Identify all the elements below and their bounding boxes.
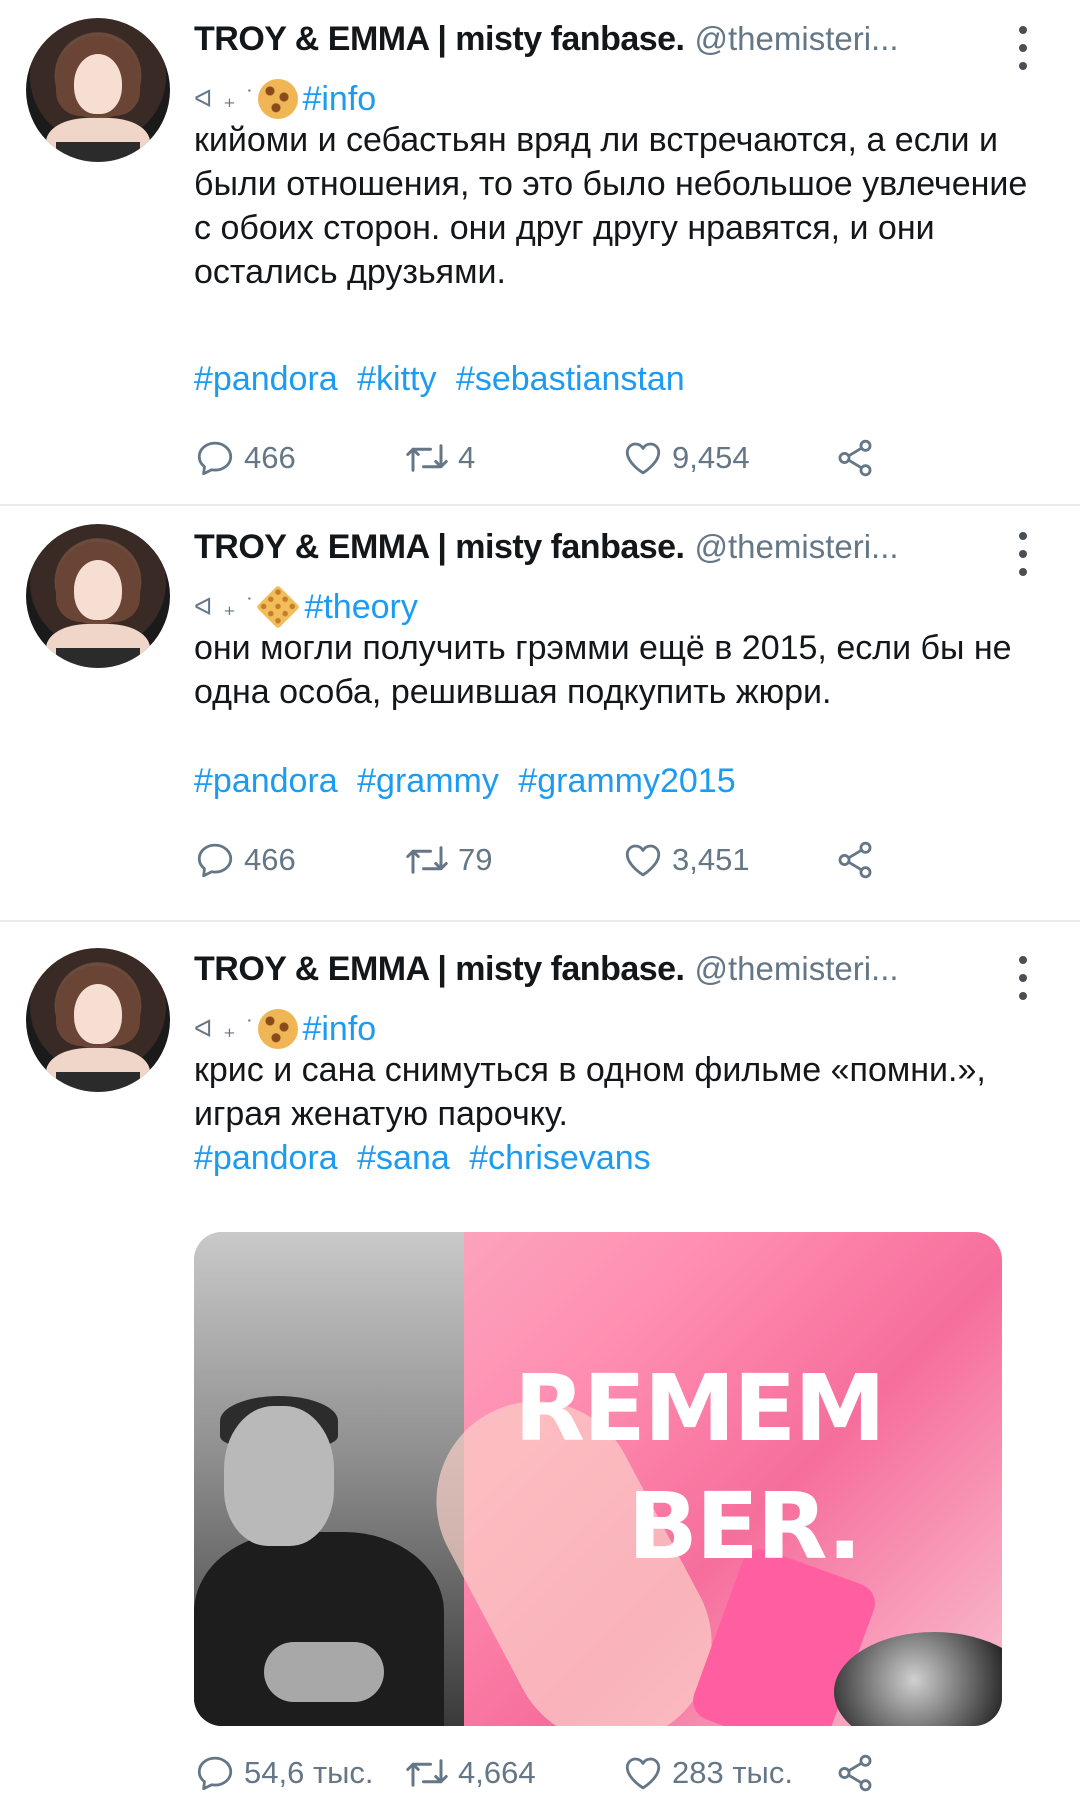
like-count: 283 тыс. [672, 1755, 793, 1790]
tweet-text: крис и сана снимуться в одном фильме «по… [194, 1051, 986, 1133]
reply-button[interactable]: 466 [194, 835, 296, 885]
retweet-icon [406, 846, 448, 874]
tweet[interactable]: TROY & EMMA | misty fanbase. @themisteri… [0, 922, 1080, 1812]
reply-count: 466 [244, 440, 296, 475]
poster-title: REMEM BER. [489, 1350, 909, 1586]
hashtag-link[interactable]: #pandora [194, 762, 338, 800]
tweet[interactable]: TROY & EMMA | misty fanbase. @themisteri… [0, 0, 1080, 504]
author-handle[interactable]: @themisteri... [695, 528, 899, 566]
avatar[interactable] [26, 948, 170, 1092]
like-button[interactable]: 3,451 [622, 835, 750, 885]
reply-icon [197, 1756, 233, 1791]
like-count: 9,454 [672, 440, 750, 475]
tweet-hashtags: #pandora #grammy #grammy2015 [194, 759, 746, 803]
author-handle[interactable]: @themisteri... [695, 950, 899, 988]
reply-button[interactable]: 466 [194, 433, 296, 483]
tweet-tagline: ᐊ ₊ ˙ #info [194, 76, 376, 122]
like-button[interactable]: 9,454 [622, 433, 750, 483]
decoration-glyphs: ᐊ ₊ ˙ [194, 85, 257, 113]
tweet-actions: 466 79 3,451 [194, 835, 894, 885]
more-vertical-icon[interactable] [1008, 26, 1038, 70]
cracker-icon [256, 584, 301, 630]
hashtag-link[interactable]: #theory [304, 588, 417, 627]
reply-icon [197, 441, 233, 476]
reply-icon [197, 843, 233, 878]
retweet-button[interactable]: 79 [404, 835, 492, 885]
author-handle[interactable]: @themisteri... [695, 20, 899, 58]
retweet-count: 79 [458, 842, 493, 877]
tweet-hashtags: #pandora #kitty #sebastianstan [194, 357, 695, 401]
reply-button[interactable]: 54,6 тыс. [194, 1748, 374, 1798]
tweet[interactable]: TROY & EMMA | misty fanbase. @themisteri… [0, 506, 1080, 920]
tweet-tagline: ᐊ ₊ ˙ #info [194, 1006, 376, 1052]
poster-title-line2: BER. [627, 1473, 862, 1580]
heart-icon [625, 844, 661, 877]
hashtag-link[interactable]: #info [302, 80, 376, 119]
hashtag-link[interactable]: #chrisevans [469, 1139, 650, 1177]
share-button[interactable] [834, 1748, 876, 1798]
author-name[interactable]: TROY & EMMA | misty fanbase. [194, 950, 685, 989]
tweet-header: TROY & EMMA | misty fanbase. @themisteri… [194, 20, 899, 66]
hashtag-link[interactable]: #sebastianstan [456, 360, 685, 398]
hashtag-link[interactable]: #grammy [357, 762, 499, 800]
hashtag-link[interactable]: #sana [357, 1139, 450, 1177]
share-button[interactable] [834, 835, 876, 885]
hashtag-link[interactable]: #pandora [194, 360, 338, 398]
hashtag-link[interactable]: #info [302, 1010, 376, 1049]
avatar[interactable] [26, 524, 170, 668]
tweet-header: TROY & EMMA | misty fanbase. @themisteri… [194, 950, 899, 996]
decoration-glyphs: ᐊ ₊ ˙ [194, 593, 257, 621]
more-vertical-icon[interactable] [1008, 532, 1038, 576]
cookie-icon [258, 1009, 299, 1049]
tweet-hashtags: #pandora #sana #chrisevans [194, 1136, 661, 1180]
tweet-actions: 54,6 тыс. 4,664 283 тыс. [194, 1748, 894, 1798]
hashtag-link[interactable]: #pandora [194, 1139, 338, 1177]
avatar[interactable] [26, 18, 170, 162]
like-count: 3,451 [672, 842, 750, 877]
tweet-actions: 466 4 9,454 [194, 433, 894, 483]
retweet-count: 4,664 [458, 1755, 536, 1790]
tweet-text: кийоми и себастьян вряд ли встречаются, … [194, 121, 1028, 291]
author-name[interactable]: TROY & EMMA | misty fanbase. [194, 20, 685, 59]
heart-icon [625, 1757, 661, 1790]
hashtag-link[interactable]: #kitty [357, 360, 436, 398]
more-vertical-icon[interactable] [1008, 956, 1038, 1000]
tweet-tagline: ᐊ ₊ ˙ #theory [194, 584, 418, 630]
hashtag-link[interactable]: #grammy2015 [518, 762, 735, 800]
heart-icon [625, 442, 661, 475]
retweet-icon [406, 1759, 448, 1787]
tweet-text: они могли получить грэмми ещё в 2015, ес… [194, 629, 1012, 711]
share-icon [838, 1754, 872, 1792]
author-name[interactable]: TROY & EMMA | misty fanbase. [194, 528, 685, 567]
retweet-button[interactable]: 4 [404, 433, 475, 483]
reply-count: 466 [244, 842, 296, 877]
share-icon [838, 841, 872, 879]
reply-count: 54,6 тыс. [244, 1755, 374, 1790]
share-icon [838, 439, 872, 477]
tweet-header: TROY & EMMA | misty fanbase. @themisteri… [194, 528, 899, 574]
cookie-icon [258, 79, 299, 119]
share-button[interactable] [834, 433, 876, 483]
retweet-button[interactable]: 4,664 [404, 1748, 536, 1798]
tweet-media-image[interactable]: REMEM BER. [194, 1232, 1002, 1726]
retweet-count: 4 [458, 440, 476, 475]
decoration-glyphs: ᐊ ₊ ˙ [194, 1015, 257, 1043]
like-button[interactable]: 283 тыс. [622, 1748, 793, 1798]
retweet-icon [406, 444, 448, 472]
poster-title-line1: REMEM [514, 1355, 886, 1462]
